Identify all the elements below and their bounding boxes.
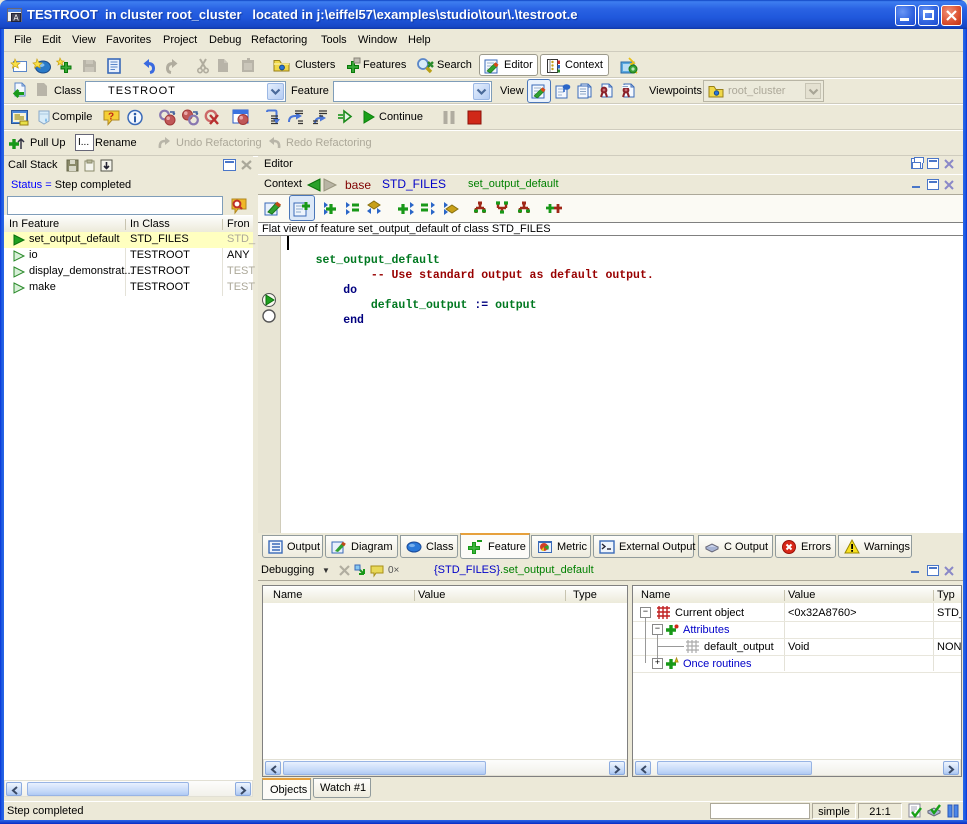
svg-text:A: A bbox=[13, 14, 19, 23]
svg-text:?: ? bbox=[108, 112, 114, 123]
